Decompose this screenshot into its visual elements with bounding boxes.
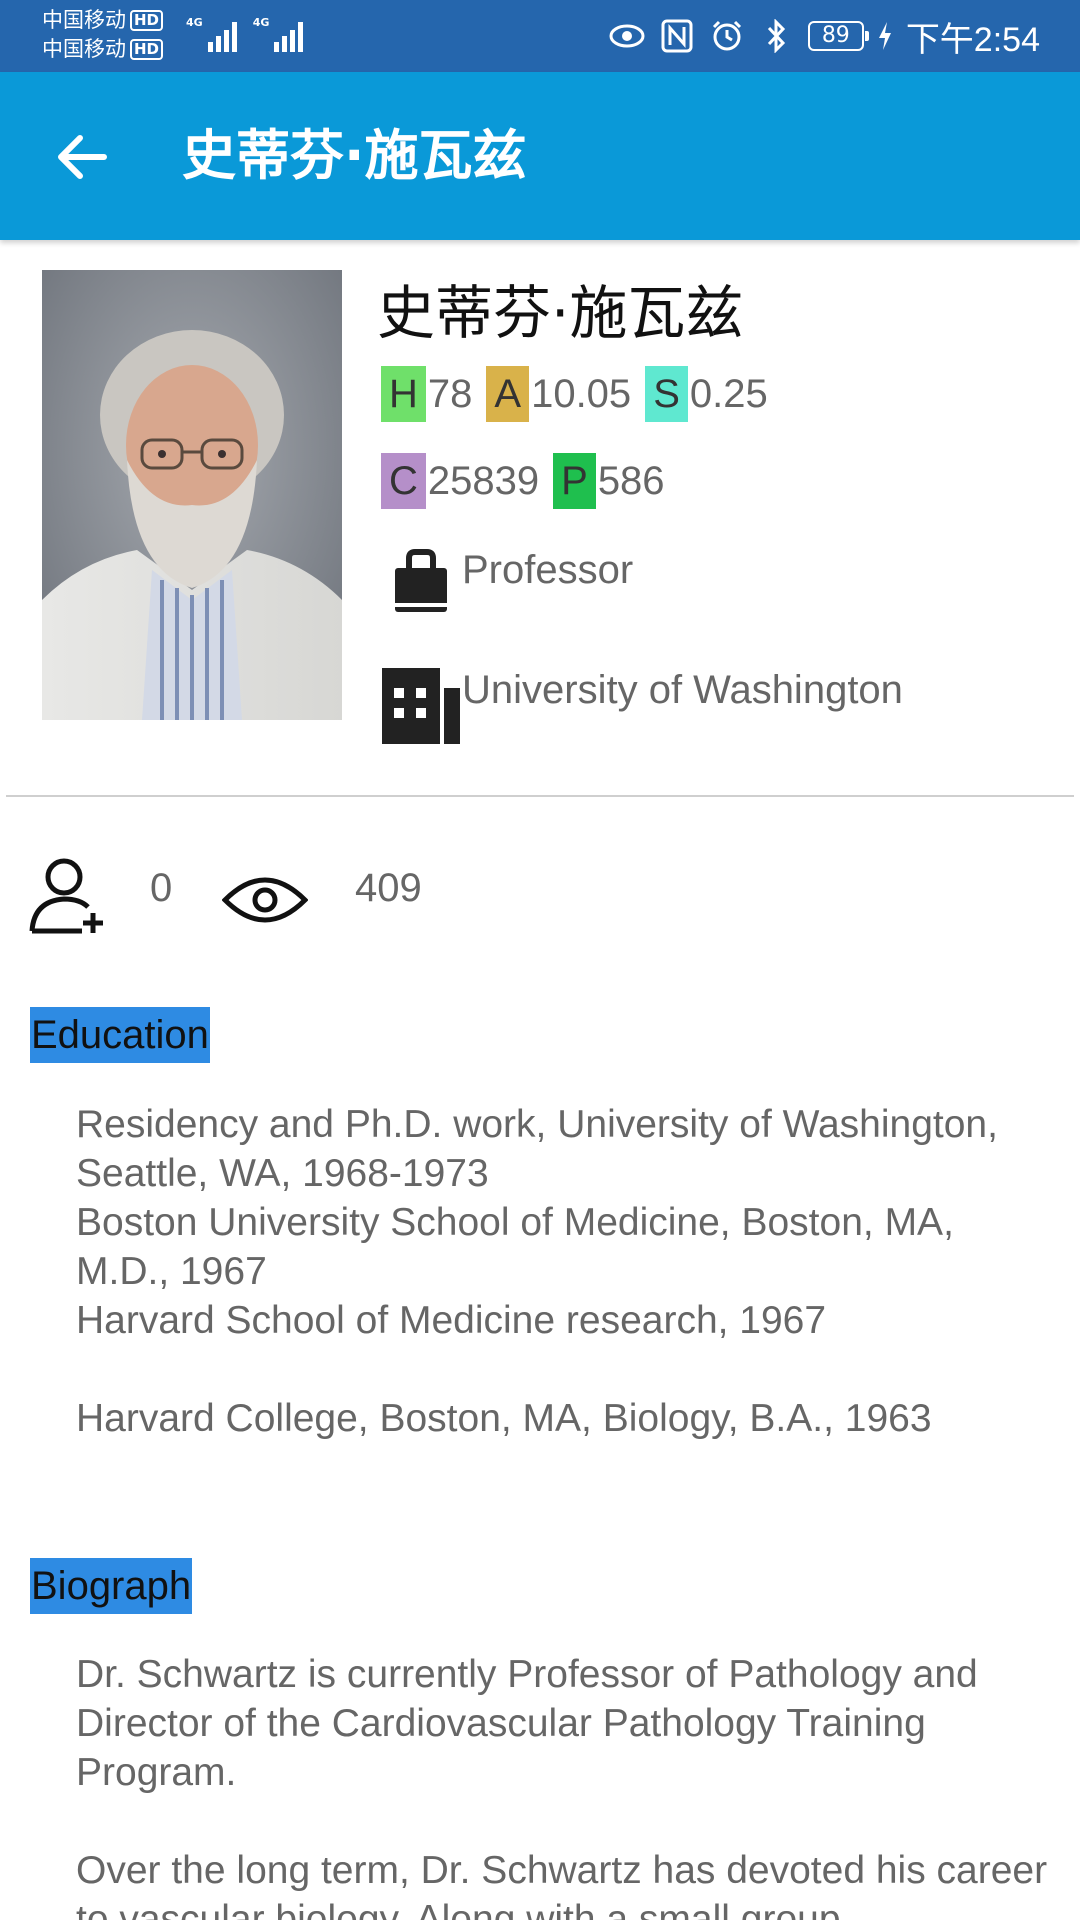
carrier-2: 中国移动 HD: [42, 35, 164, 64]
signal-indicators: 4G 4G: [186, 16, 304, 52]
building-icon: [380, 666, 462, 746]
metric-s: S 0.25: [645, 366, 768, 422]
biography-paragraph: Over the long term, Dr. Schwartz has dev…: [76, 1849, 1048, 1920]
metrics-row-2: C 25839 P 586: [381, 453, 679, 509]
nfc-icon: [658, 17, 696, 55]
metric-value: 0.25: [689, 371, 768, 416]
education-title: Education: [30, 1007, 210, 1063]
position-row: Professor: [380, 546, 633, 618]
status-icons: 89 下午2:54: [608, 14, 1040, 59]
metrics-row-1: H 78 A 10.05 S 0.25: [381, 366, 782, 422]
metric-h: H 78: [381, 366, 472, 422]
status-bar: 中国移动 HD 中国移动 HD 4G 4G 89 下午2:54: [0, 0, 1080, 72]
affiliation-row: University of Washington: [380, 666, 903, 746]
follow-icon[interactable]: [28, 855, 108, 939]
metric-a: A 10.05: [486, 366, 631, 422]
signal-2-icon: 4G: [253, 16, 304, 52]
views-count: 409: [355, 866, 422, 910]
clock: 下午2:54: [905, 20, 1040, 59]
signal-1-icon: 4G: [186, 16, 237, 52]
position-text: Professor: [462, 548, 634, 592]
hd-badge: HD: [130, 39, 164, 60]
metric-p: P 586: [553, 453, 665, 509]
metric-c: C 25839: [381, 453, 539, 509]
eye-icon: [608, 17, 646, 55]
back-button[interactable]: [46, 122, 116, 192]
metric-badge: S: [645, 366, 688, 422]
metric-value: 78: [427, 371, 473, 416]
hd-badge: HD: [130, 10, 164, 31]
metric-badge: C: [381, 453, 426, 509]
views-eye-icon: [221, 868, 309, 936]
followers-count: 0: [150, 866, 173, 910]
metric-badge: A: [486, 366, 530, 422]
education-item: Boston University School of Medicine, Bo…: [76, 1201, 954, 1293]
biography-paragraph: Dr. Schwartz is currently Professor of P…: [76, 1653, 978, 1794]
charging-icon: [876, 17, 894, 55]
metric-value: 10.05: [531, 371, 632, 416]
metric-badge: P: [553, 453, 596, 509]
person-name: 史蒂芬·施瓦兹: [377, 279, 744, 347]
alarm-icon: [708, 17, 746, 55]
metric-value: 586: [597, 458, 665, 503]
profile-photo: [42, 270, 342, 720]
biography-title: Biograph: [30, 1558, 193, 1614]
page-title: 史蒂芬·施瓦兹: [182, 124, 527, 187]
bluetooth-icon: [758, 17, 796, 55]
battery-icon: 89: [807, 21, 869, 51]
affiliation-text: University of Washington: [462, 668, 903, 712]
education-item: Harvard School of Medicine research, 196…: [76, 1299, 827, 1342]
app-bar: 史蒂芬·施瓦兹: [0, 72, 1080, 240]
education-item: Harvard College, Boston, MA, Biology, B.…: [76, 1397, 932, 1440]
metric-badge: H: [381, 366, 426, 422]
briefcase-icon: [380, 546, 462, 618]
divider: [6, 795, 1074, 797]
carrier-info: 中国移动 HD 中国移动 HD: [42, 6, 164, 64]
carrier-1-name: 中国移动: [42, 8, 126, 32]
carrier-1: 中国移动 HD: [42, 6, 164, 35]
network-type-2: 4G: [252, 16, 270, 29]
arrow-left-icon: [58, 135, 107, 179]
education-item: Residency and Ph.D. work, University of …: [76, 1103, 998, 1195]
network-type-1: 4G: [186, 16, 203, 29]
carrier-2-name: 中国移动: [42, 37, 126, 61]
metric-value: 25839: [427, 458, 540, 503]
